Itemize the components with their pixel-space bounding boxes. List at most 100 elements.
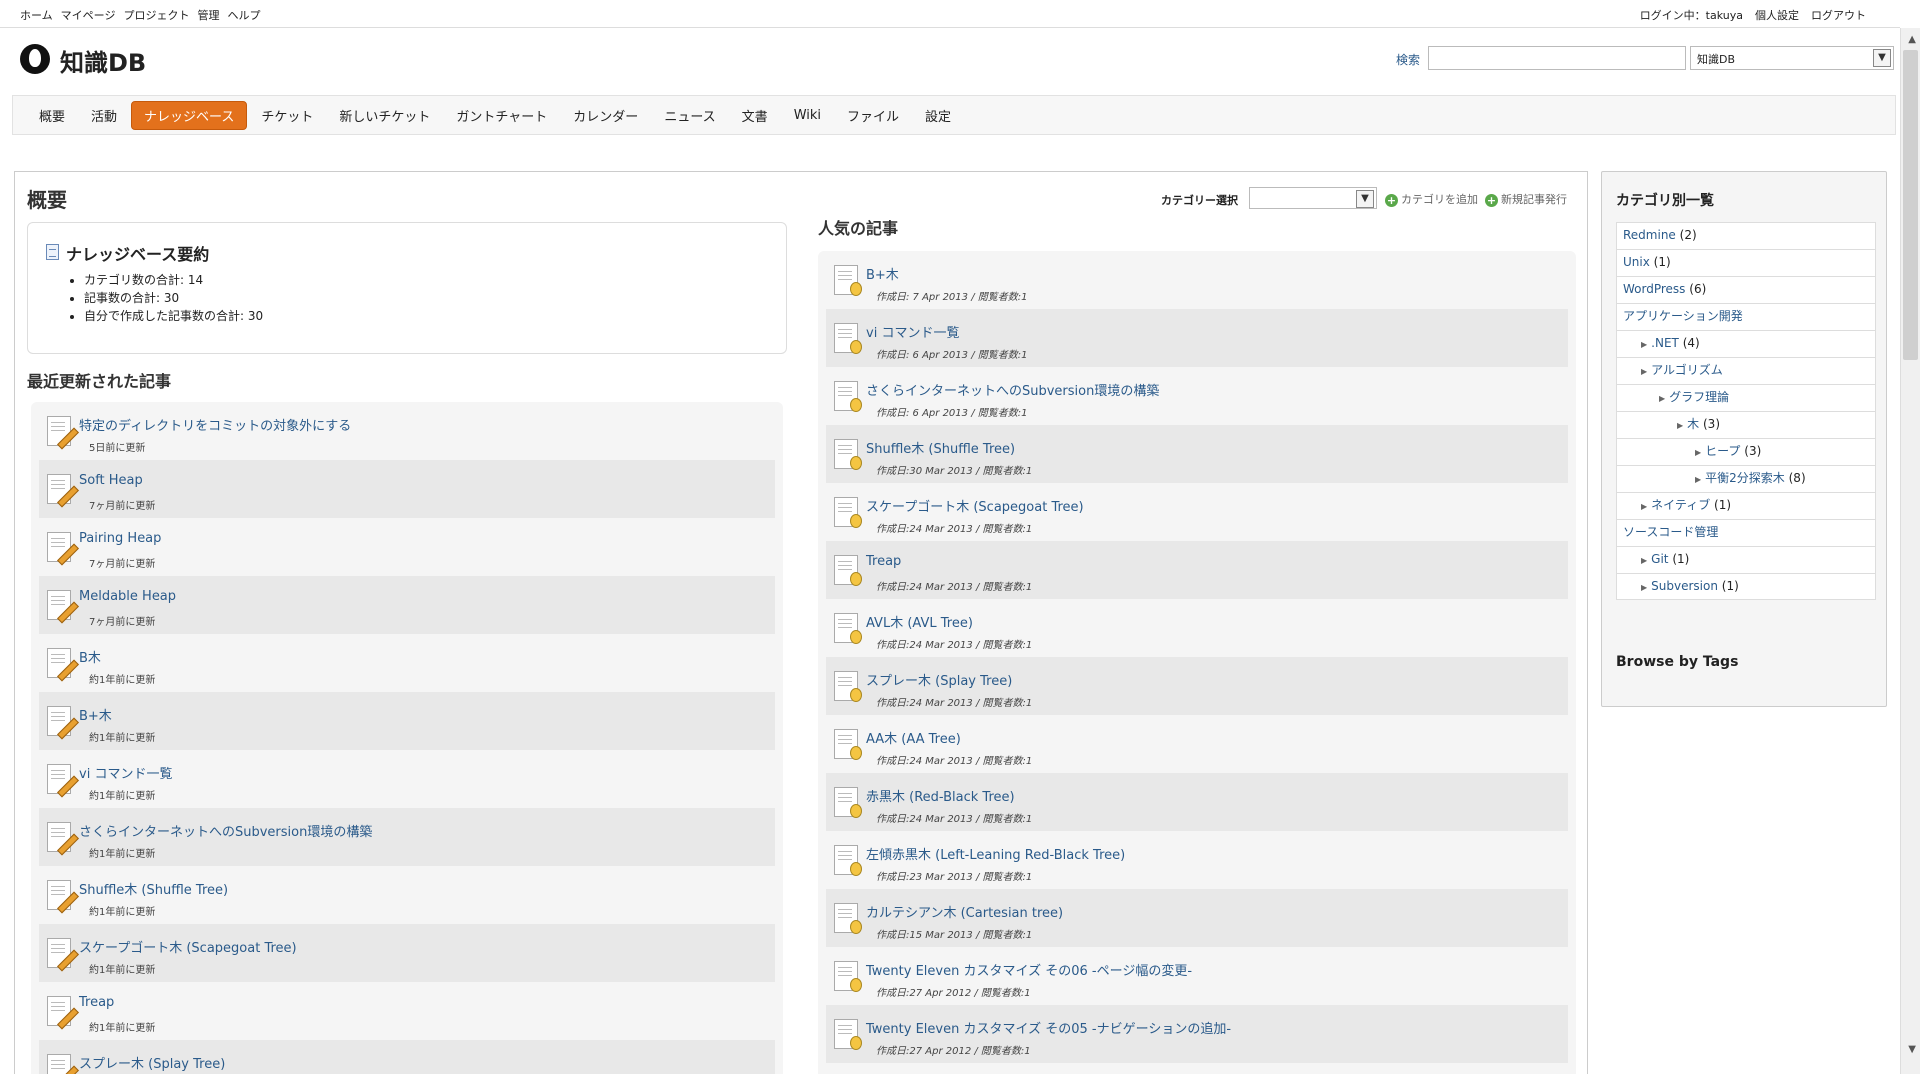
category-item[interactable]: ▶ Git (1) <box>1616 546 1876 573</box>
expand-triangle-icon: ▶ <box>1659 394 1666 403</box>
category-name[interactable]: Unix <box>1623 255 1650 269</box>
list-item: Twenty Eleven カスタマイズ その05 -ナビゲーションの追加- 作成… <box>826 1005 1568 1063</box>
top-link-mypage[interactable]: マイページ <box>61 7 116 23</box>
category-select[interactable]: ▼ <box>1249 187 1377 209</box>
article-meta: 約1年前に更新 <box>89 791 156 802</box>
category-count: (8) <box>1788 471 1806 485</box>
search-label[interactable]: 検索 <box>1396 51 1420 68</box>
article-title-link[interactable]: Treap <box>866 554 901 569</box>
article-meta: 作成日:24 Mar 2013 / 閲覧者数:1 <box>876 640 1033 651</box>
scrollbar-thumb[interactable] <box>1903 50 1918 360</box>
category-item[interactable]: ▶ .NET (4) <box>1616 330 1876 357</box>
category-name[interactable]: グラフ理論 <box>1669 390 1729 404</box>
category-name[interactable]: ネイティブ <box>1651 498 1710 512</box>
article-title-link[interactable]: Shuffle木 (Shuffle Tree) <box>79 879 228 898</box>
top-link-help[interactable]: ヘルプ <box>227 7 260 23</box>
category-item[interactable]: WordPress (6) <box>1616 276 1876 303</box>
article-title-link[interactable]: 左傾赤黒木 (Left-Leaning Red-Black Tree) <box>866 844 1125 863</box>
category-item[interactable]: ▶ 平衡2分探索木 (8) <box>1616 465 1876 492</box>
site-title: 知識DB <box>60 49 147 77</box>
sidebar-title: カテゴリ別一覧 <box>1616 193 1714 209</box>
top-link-account[interactable]: 個人設定 <box>1755 7 1799 23</box>
scroll-up-icon[interactable]: ▲ <box>1908 34 1916 45</box>
project-jump-select[interactable]: 知識DB ▼ <box>1690 46 1894 70</box>
article-title-link[interactable]: スケープゴート木 (Scapegoat Tree) <box>79 937 297 956</box>
article-title-link[interactable]: Treap <box>79 995 114 1010</box>
article-title-link[interactable]: さくらインターネットへのSubversion環境の構築 <box>79 821 372 840</box>
article-title-link[interactable]: スケープゴート木 (Scapegoat Tree) <box>866 496 1084 515</box>
category-item[interactable]: ソースコード管理 <box>1616 519 1876 546</box>
category-item[interactable]: ▶ ネイティブ (1) <box>1616 492 1876 519</box>
new-article-link[interactable]: + 新規記事発行 <box>1485 191 1567 207</box>
article-title-link[interactable]: スプレー木 (Splay Tree) <box>79 1053 225 1072</box>
browse-by-tags-title: Browse by Tags <box>1616 654 1739 670</box>
category-name[interactable]: 平衡2分探索木 <box>1705 471 1785 485</box>
tab-files[interactable]: ファイル <box>835 102 911 129</box>
article-title-link[interactable]: 赤黒木 (Red-Black Tree) <box>866 786 1015 805</box>
tab-new-issue[interactable]: 新しいチケット <box>327 102 442 129</box>
search-input[interactable] <box>1428 46 1686 70</box>
category-name[interactable]: Subversion <box>1651 579 1718 593</box>
article-title-link[interactable]: AA木 (AA Tree) <box>866 728 961 747</box>
article-title-link[interactable]: カルテシアン木 (Cartesian tree) <box>866 902 1063 921</box>
recent-articles-title: 最近更新された記事 <box>27 372 172 391</box>
top-link-home[interactable]: ホーム <box>20 7 53 23</box>
category-name[interactable]: .NET <box>1651 336 1679 350</box>
article-title-link[interactable]: Twenty Eleven カスタマイズ その06 -ページ幅の変更- <box>866 960 1192 979</box>
category-item[interactable]: ▶ 木 (3) <box>1616 411 1876 438</box>
article-title-link[interactable]: 特定のディレクトリをコミットの対象外にする <box>79 415 351 434</box>
tab-issues[interactable]: チケット <box>249 102 325 129</box>
article-title-link[interactable]: Twenty Eleven カスタマイズ その05 -ナビゲーションの追加- <box>866 1018 1231 1037</box>
category-item[interactable]: ▶ グラフ理論 <box>1616 384 1876 411</box>
article-title-link[interactable]: Pairing Heap <box>79 531 161 546</box>
category-item[interactable]: Unix (1) <box>1616 249 1876 276</box>
top-link-projects[interactable]: プロジェクト <box>123 7 189 23</box>
category-name[interactable]: ソースコード管理 <box>1623 525 1718 539</box>
category-name[interactable]: Git <box>1651 552 1668 566</box>
article-title-link[interactable]: Soft Heap <box>79 473 143 488</box>
tab-overview[interactable]: 概要 <box>27 102 77 129</box>
category-item[interactable]: ▶ ヒープ (3) <box>1616 438 1876 465</box>
article-title-link[interactable]: B木 <box>79 647 101 666</box>
expand-triangle-icon: ▶ <box>1641 367 1648 376</box>
category-name[interactable]: 木 <box>1687 417 1699 431</box>
tab-knowledgebase[interactable]: ナレッジベース <box>131 100 248 130</box>
tab-settings[interactable]: 設定 <box>913 102 963 129</box>
category-item[interactable]: Redmine (2) <box>1616 222 1876 249</box>
article-title-link[interactable]: さくらインターネットへのSubversion環境の構築 <box>866 380 1159 399</box>
top-link-logout[interactable]: ログアウト <box>1811 7 1866 23</box>
edit-document-icon <box>47 474 71 504</box>
category-name[interactable]: WordPress <box>1623 282 1685 296</box>
article-title-link[interactable]: スプレー木 (Splay Tree) <box>866 670 1012 689</box>
list-item: vi コマンド一覧 作成日: 6 Apr 2013 / 閲覧者数:1 <box>826 309 1568 367</box>
list-item: スケープゴート木 (Scapegoat Tree) 作成日:24 Mar 2013… <box>826 483 1568 541</box>
app-logo-icon <box>20 44 50 74</box>
category-tree: Redmine (2) Unix (1) WordPress (6) アプリケーション… <box>1616 222 1876 600</box>
tab-activity[interactable]: 活動 <box>79 102 129 129</box>
tab-gantt[interactable]: ガントチャート <box>444 102 559 129</box>
summary-list: カテゴリ数の合計: 14 記事数の合計: 30 自分で作成した記事数の合計: 3… <box>84 271 263 325</box>
add-category-link[interactable]: + カテゴリを追加 <box>1385 191 1478 207</box>
tab-documents[interactable]: 文書 <box>730 102 780 129</box>
article-title-link[interactable]: B+木 <box>866 264 899 283</box>
article-title-link[interactable]: AVL木 (AVL Tree) <box>866 612 973 631</box>
category-item[interactable]: アプリケーション開発 <box>1616 303 1876 330</box>
tab-calendar[interactable]: カレンダー <box>561 102 650 129</box>
scroll-down-icon[interactable]: ▼ <box>1908 1044 1916 1055</box>
article-title-link[interactable]: vi コマンド一覧 <box>79 763 172 782</box>
category-name[interactable]: アルゴリズム <box>1651 363 1723 377</box>
category-name[interactable]: Redmine <box>1623 228 1676 242</box>
category-name[interactable]: アプリケーション開発 <box>1623 309 1743 323</box>
article-title-link[interactable]: B+木 <box>79 705 112 724</box>
category-item[interactable]: ▶ Subversion (1) <box>1616 573 1876 600</box>
category-item[interactable]: ▶ アルゴリズム <box>1616 357 1876 384</box>
article-title-link[interactable]: vi コマンド一覧 <box>866 322 959 341</box>
category-name[interactable]: ヒープ <box>1705 444 1740 458</box>
top-link-admin[interactable]: 管理 <box>197 7 219 23</box>
article-title-link[interactable]: Meldable Heap <box>79 589 176 604</box>
tab-news[interactable]: ニュース <box>652 102 727 129</box>
tab-wiki[interactable]: Wiki <box>782 104 833 127</box>
edit-document-icon <box>47 996 71 1026</box>
article-meta: 約1年前に更新 <box>89 965 156 976</box>
article-title-link[interactable]: Shuffle木 (Shuffle Tree) <box>866 438 1015 457</box>
